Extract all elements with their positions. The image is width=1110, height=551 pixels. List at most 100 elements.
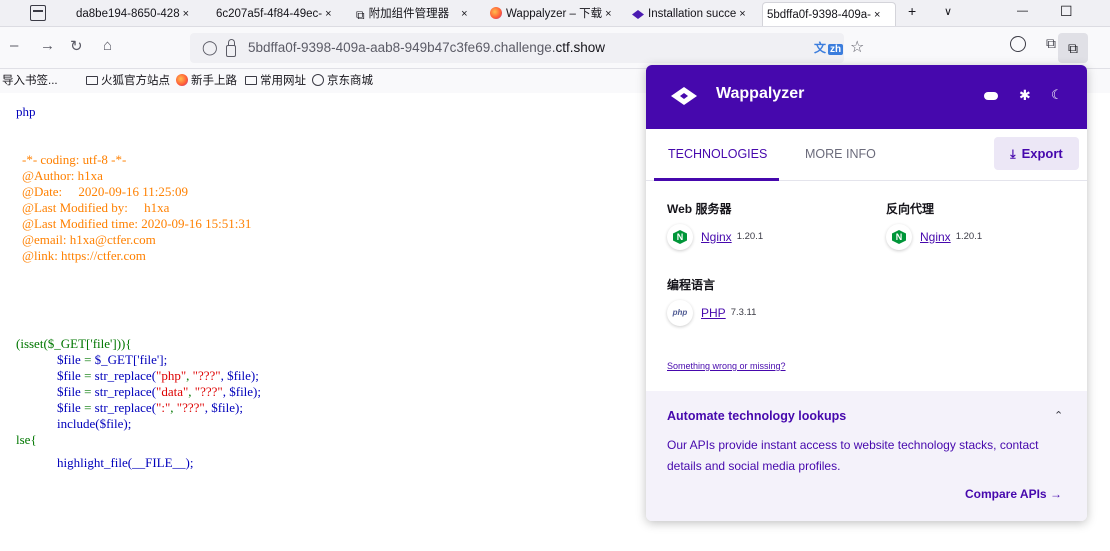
automate-description: Our APIs provide instant access to websi… (667, 438, 1039, 473)
automate-title[interactable]: Automate technology lookups (667, 409, 846, 423)
close-icon[interactable]: × (605, 8, 611, 20)
account-icon[interactable] (1010, 36, 1026, 52)
bookmark-label: 京东商城 (327, 75, 373, 87)
close-icon[interactable]: × (874, 9, 880, 21)
code-comment: -*- coding: utf-8 -*- (22, 152, 127, 167)
code-include: include($file); (57, 416, 132, 431)
tab-4[interactable]: Wappalyzer – 下载 × (486, 2, 614, 26)
code-line-2: $file = str_replace("php", "???", $file)… (57, 368, 259, 383)
nav-bar: – → ↻ ⌂ ◯ 5bdffa0f-9398-409a-aab8-949b47… (0, 27, 1110, 69)
gear-icon[interactable]: ✱ (1019, 87, 1031, 104)
nginx-icon (886, 224, 912, 250)
tab-title: da8be194-8650-428 (76, 8, 180, 20)
code-else: lse{ (16, 432, 37, 447)
export-button[interactable]: ⤓ Export (994, 137, 1079, 170)
folder-icon (86, 76, 98, 85)
new-tab-button[interactable]: + (908, 3, 916, 19)
translate-badge: zh (828, 44, 844, 55)
tech-name[interactable]: PHP (701, 300, 726, 326)
code-line-4: $file = str_replace(":", "???", $file); (57, 400, 243, 415)
translate-icon[interactable]: 文 zh (812, 39, 844, 56)
download-icon: ⤓ (1010, 147, 1016, 161)
theme-moon-icon[interactable]: ☾ (1051, 87, 1063, 103)
url-domain: ctf.show (555, 40, 606, 55)
bookmark-jd[interactable]: 京东商城 (312, 69, 373, 93)
puzzle-icon: ⧉ (356, 8, 365, 22)
home-icon[interactable]: ⌂ (103, 37, 112, 54)
code-comment: @Last Modified by: h1xa (22, 200, 170, 215)
code-line-1: $file = $_GET['file']; (57, 352, 168, 367)
close-icon[interactable]: × (739, 8, 745, 20)
tab-3[interactable]: ⧉ 附加组件管理器 × (352, 2, 470, 26)
tech-version: 1.20.1 (955, 231, 983, 242)
category-reverse-proxy: 反向代理 (886, 202, 935, 216)
code-comment: @Date: 2020-09-16 11:25:09 (22, 184, 189, 199)
puzzle-extensions-button[interactable]: ⧉ (1058, 33, 1088, 63)
wappalyzer-logo-icon (671, 87, 697, 105)
toggle-icon[interactable] (984, 92, 998, 100)
url-prefix: 5bdffa0f-9398-409a-aab8-949b47c3fe69.cha… (248, 40, 556, 55)
globe-icon (312, 74, 324, 86)
close-icon[interactable]: × (461, 8, 467, 20)
firefox-icon (176, 74, 188, 86)
compare-apis-link[interactable]: Compare APIs → (965, 487, 1062, 501)
tab-2[interactable]: 6c207a5f-4f84-49ec- × (212, 2, 340, 26)
bookmark-label: 火狐官方站点 (101, 75, 170, 87)
tech-php[interactable]: PHP 7.3.11 (667, 300, 756, 326)
tech-nginx-proxy[interactable]: Nginx 1.20.1 (886, 224, 982, 250)
tech-nginx-web[interactable]: Nginx 1.20.1 (667, 224, 763, 250)
tech-version: 7.3.11 (730, 307, 757, 318)
tab-title: 5bdffa0f-9398-409a- (767, 9, 872, 21)
tab-6-active[interactable]: 5bdffa0f-9398-409a- × (762, 2, 896, 26)
wappalyzer-icon (632, 10, 644, 19)
shield-icon[interactable]: ◯ (202, 39, 218, 56)
code-comment: @email: h1xa@ctfer.com (22, 232, 156, 247)
tab-technologies[interactable]: TECHNOLOGIES (668, 147, 767, 161)
bookmark-getting-started[interactable]: 新手上路 (176, 69, 237, 93)
back-icon[interactable]: – (10, 37, 18, 54)
tab-title: Installation succe (648, 8, 737, 20)
category-programming-language: 编程语言 (667, 278, 716, 292)
code-php-tag: php (16, 104, 36, 119)
url-bar[interactable]: ◯ 5bdffa0f-9398-409a-aab8-949b47c3fe69.c… (190, 33, 864, 63)
bookmark-label: 常用网址 (260, 75, 306, 87)
automate-panel: Automate technology lookups ⌃ Our APIs p… (646, 391, 1087, 521)
bookmark-common-sites[interactable]: 常用网址 (245, 69, 306, 93)
url-text[interactable]: 5bdffa0f-9398-409a-aab8-949b47c3fe69.cha… (248, 40, 605, 55)
close-icon[interactable]: × (183, 8, 189, 20)
tab-5[interactable]: Installation succe × (628, 2, 756, 26)
arrow-right-icon: → (1049, 487, 1062, 501)
bookmark-star-icon[interactable]: ☆ (850, 37, 864, 57)
lock-icon[interactable] (226, 39, 236, 57)
active-tab-indicator (654, 178, 779, 181)
close-icon[interactable]: × (325, 8, 331, 20)
maximize-button[interactable]: ☐ (1060, 3, 1073, 20)
tech-name[interactable]: Nginx (701, 224, 732, 250)
bookmark-import[interactable]: 导入书签... (2, 69, 58, 93)
something-wrong-link[interactable]: Something wrong or missing? (667, 361, 786, 371)
category-web-server: Web 服务器 (667, 202, 732, 216)
tech-version: 1.20.1 (736, 231, 764, 242)
tab-more-info[interactable]: MORE INFO (805, 147, 876, 161)
wappalyzer-header: Wappalyzer ✱ ☾ (646, 65, 1087, 129)
tab-title: 6c207a5f-4f84-49ec- (216, 8, 323, 20)
minimize-button[interactable]: — (1017, 5, 1028, 17)
code-highlight: highlight_file(__FILE__); (57, 455, 194, 470)
tab-list-button[interactable]: ∨ (944, 5, 952, 18)
wappalyzer-popup: Wappalyzer ✱ ☾ TECHNOLOGIES MORE INFO ⤓ E… (646, 65, 1087, 521)
tech-name[interactable]: Nginx (920, 224, 951, 250)
nginx-icon (667, 224, 693, 250)
compare-apis-label: Compare APIs (965, 487, 1047, 501)
extensions-icon[interactable]: ⧉ (1046, 35, 1056, 52)
forward-icon[interactable]: → (40, 37, 55, 54)
tab-1[interactable]: da8be194-8650-428 × (72, 2, 200, 26)
chevron-up-icon[interactable]: ⌃ (1054, 409, 1063, 422)
tab-title: Wappalyzer – 下载 (506, 8, 603, 20)
reload-icon[interactable]: ↻ (70, 37, 83, 55)
tab-strip: da8be194-8650-428 × 6c207a5f-4f84-49ec- × … (0, 0, 1110, 27)
tab-list-icon[interactable] (30, 5, 46, 21)
wappalyzer-brand: Wappalyzer (716, 85, 805, 102)
code-comment: @Last Modified time: 2020-09-16 15:51:31 (22, 216, 252, 231)
code-comment: @Author: h1xa (22, 168, 103, 183)
bookmark-firefox-site[interactable]: 火狐官方站点 (86, 69, 170, 93)
